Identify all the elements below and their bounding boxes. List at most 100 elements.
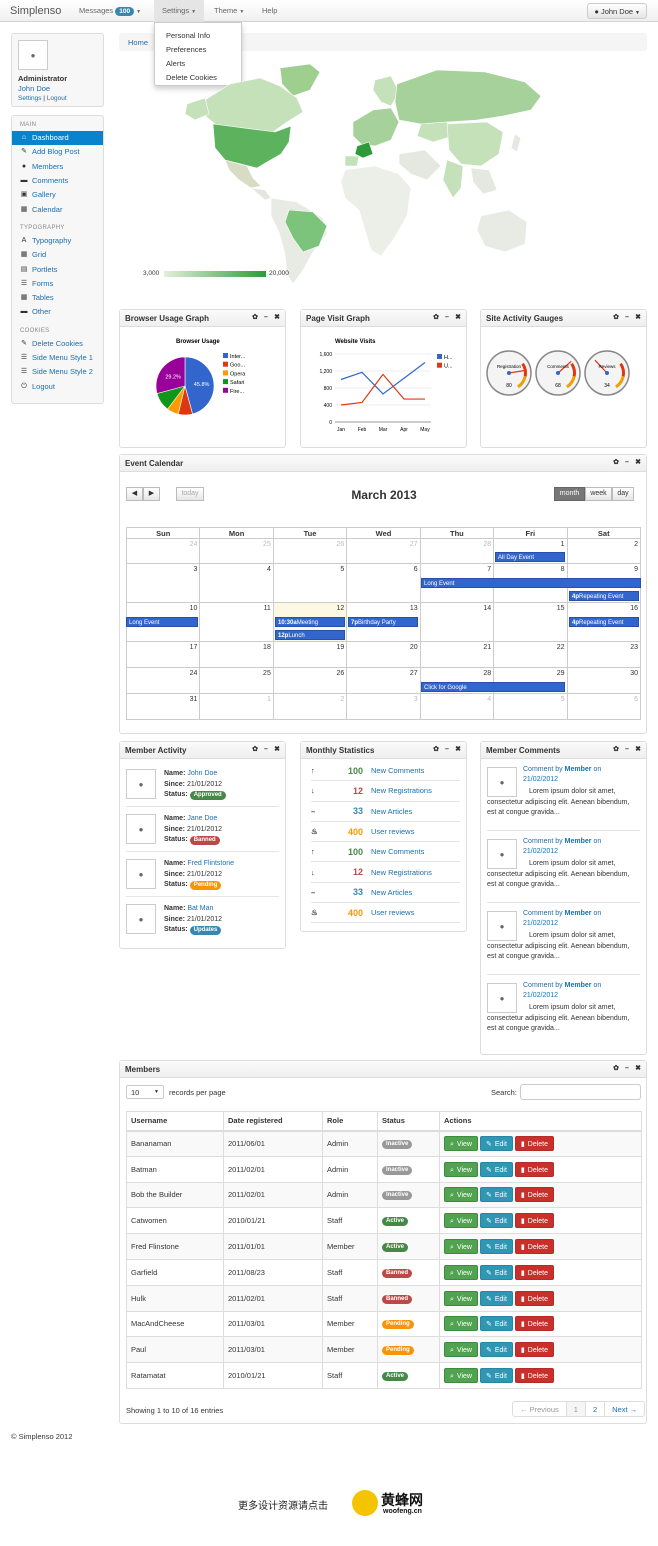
- calendar-day-cell[interactable]: 27: [346, 667, 421, 694]
- member-name-link[interactable]: Bat Man: [187, 905, 213, 912]
- settings-icon[interactable]: ✿: [432, 746, 440, 754]
- minimize-icon[interactable]: –: [443, 746, 451, 754]
- minimize-icon[interactable]: –: [262, 746, 270, 754]
- settings-icon[interactable]: ✿: [612, 746, 620, 754]
- comment-author-link[interactable]: Member: [565, 910, 592, 917]
- sidebar-item-side-menu-style-1[interactable]: ☰ Side Menu Style 1: [12, 351, 103, 365]
- pagination-next[interactable]: Next →: [605, 1402, 644, 1416]
- sidebar-item-dashboard[interactable]: ⌂ Dashboard: [12, 131, 103, 146]
- calendar-day-cell[interactable]: 5: [272, 563, 348, 603]
- edit-button[interactable]: ✎ Edit: [479, 1342, 513, 1358]
- sidebar-item-portlets[interactable]: ▤ Portlets: [12, 262, 103, 276]
- delete-button[interactable]: ▮ Delete: [514, 1368, 554, 1384]
- minimize-icon[interactable]: –: [623, 1065, 631, 1073]
- calendar-day-cell[interactable]: 3: [125, 563, 201, 603]
- view-button[interactable]: ⌕ View: [444, 1316, 478, 1332]
- settings-icon[interactable]: ✿: [432, 314, 440, 322]
- logout-link[interactable]: Logout: [47, 95, 67, 102]
- minimize-icon[interactable]: –: [443, 314, 451, 322]
- delete-button[interactable]: ▮ Delete: [514, 1213, 554, 1229]
- calendar-day-cell[interactable]: 27: [346, 538, 421, 564]
- pagination-page-1[interactable]: 1: [566, 1402, 586, 1416]
- delete-button[interactable]: ▮ Delete: [514, 1290, 554, 1306]
- calendar-day-cell[interactable]: 23: [566, 641, 642, 668]
- records-per-page-select[interactable]: 10 ▼: [126, 1085, 164, 1099]
- member-name-link[interactable]: Jane Doe: [187, 815, 217, 822]
- comment-author-link[interactable]: Member: [565, 838, 592, 845]
- view-button[interactable]: ⌕ View: [444, 1136, 478, 1152]
- sidebar-item-members[interactable]: ● Members: [12, 160, 103, 174]
- calendar-day-cell[interactable]: 18: [199, 641, 274, 668]
- calendar-day-cell[interactable]: 26: [272, 667, 348, 694]
- delete-button[interactable]: ▮ Delete: [514, 1239, 554, 1255]
- close-icon[interactable]: ✖: [634, 459, 642, 467]
- calendar-day-cell[interactable]: 4: [419, 693, 495, 720]
- comment-author-link[interactable]: Member: [565, 982, 592, 989]
- stat-label-link[interactable]: New Registrations: [371, 786, 432, 795]
- stat-label-link[interactable]: New Articles: [371, 807, 412, 816]
- calendar-day-cell[interactable]: 31: [125, 693, 201, 720]
- calendar-day-cell[interactable]: 4: [199, 563, 274, 603]
- calendar-day-cell[interactable]: 6: [566, 693, 642, 720]
- settings-link[interactable]: Settings: [18, 95, 42, 102]
- member-name-link[interactable]: John Doe: [187, 770, 217, 777]
- close-icon[interactable]: ✖: [273, 746, 281, 754]
- column-header[interactable]: Actions: [439, 1111, 642, 1132]
- calendar-day-cell[interactable]: 24: [125, 538, 201, 564]
- minimize-icon[interactable]: –: [262, 314, 270, 322]
- event-repeating-1[interactable]: 4pRepeating Event: [569, 591, 639, 601]
- user-name-link[interactable]: John Doe: [18, 84, 103, 93]
- settings-icon[interactable]: ✿: [612, 1065, 620, 1073]
- calendar-day-cell[interactable]: 21: [419, 641, 495, 668]
- stat-label-link[interactable]: New Comments: [371, 766, 424, 775]
- sidebar-item-add-blog-post[interactable]: ✎ Add Blog Post: [12, 145, 103, 159]
- minimize-icon[interactable]: –: [623, 314, 631, 322]
- edit-button[interactable]: ✎ Edit: [479, 1187, 513, 1203]
- view-button[interactable]: ⌕ View: [444, 1342, 478, 1358]
- event-birthday-party[interactable]: 7pBirthday Party: [348, 617, 418, 627]
- view-day-button[interactable]: day: [612, 487, 634, 501]
- series-line[interactable]: [340, 373, 425, 406]
- nav-messages[interactable]: Messages 100 ▼: [79, 6, 141, 16]
- sidebar-item-calendar[interactable]: ▦ Calendar: [12, 202, 103, 216]
- sidebar-item-delete-cookies[interactable]: ✎ Delete Cookies: [12, 337, 103, 351]
- stat-label-link[interactable]: New Registrations: [371, 868, 432, 877]
- sidebar-item-comments[interactable]: ▬ Comments: [12, 174, 103, 188]
- stat-label-link[interactable]: New Comments: [371, 847, 424, 856]
- delete-button[interactable]: ▮ Delete: [514, 1136, 554, 1152]
- view-month-button[interactable]: month: [554, 487, 585, 501]
- settings-icon[interactable]: ✿: [612, 314, 620, 322]
- calendar-day-cell[interactable]: 5: [493, 693, 568, 720]
- calendar-day-cell[interactable]: 6: [346, 563, 421, 603]
- stat-label-link[interactable]: New Articles: [371, 888, 412, 897]
- brand-logo[interactable]: Simplenso: [10, 5, 61, 17]
- column-header[interactable]: Date registered: [223, 1111, 323, 1132]
- view-button[interactable]: ⌕ View: [444, 1290, 478, 1306]
- calendar-day-cell[interactable]: 22: [493, 641, 568, 668]
- comment-author-link[interactable]: Member: [565, 766, 592, 773]
- calendar-day-cell[interactable]: 17: [125, 641, 201, 668]
- edit-button[interactable]: ✎ Edit: [479, 1290, 513, 1306]
- settings-icon[interactable]: ✿: [612, 459, 620, 467]
- calendar-day-cell[interactable]: 25: [199, 538, 274, 564]
- close-icon[interactable]: ✖: [454, 746, 462, 754]
- view-button[interactable]: ⌕ View: [444, 1264, 478, 1280]
- edit-button[interactable]: ✎ Edit: [479, 1316, 513, 1332]
- pagination-previous[interactable]: ← Previous: [513, 1402, 567, 1416]
- nav-theme[interactable]: Theme ▼: [214, 6, 244, 15]
- view-button[interactable]: ⌕ View: [444, 1161, 478, 1177]
- sidebar-item-logout[interactable]: ⏻ Logout: [12, 379, 103, 393]
- calendar-day-cell[interactable]: 3: [346, 693, 421, 720]
- dropdown-item-personal-info[interactable]: Personal Info: [155, 28, 241, 42]
- calendar-day-cell[interactable]: 30: [566, 667, 642, 694]
- calendar-day-cell[interactable]: 2: [566, 538, 642, 564]
- close-icon[interactable]: ✖: [273, 314, 281, 322]
- minimize-icon[interactable]: –: [623, 459, 631, 467]
- close-icon[interactable]: ✖: [634, 746, 642, 754]
- column-header[interactable]: Role: [322, 1111, 378, 1132]
- sidebar-item-gallery[interactable]: ▣ Gallery: [12, 188, 103, 202]
- sidebar-item-typography[interactable]: A Typography: [12, 234, 103, 248]
- edit-button[interactable]: ✎ Edit: [479, 1264, 513, 1280]
- event-repeating-2[interactable]: 4pRepeating Event: [569, 617, 639, 627]
- pagination-page-2[interactable]: 2: [586, 1402, 606, 1416]
